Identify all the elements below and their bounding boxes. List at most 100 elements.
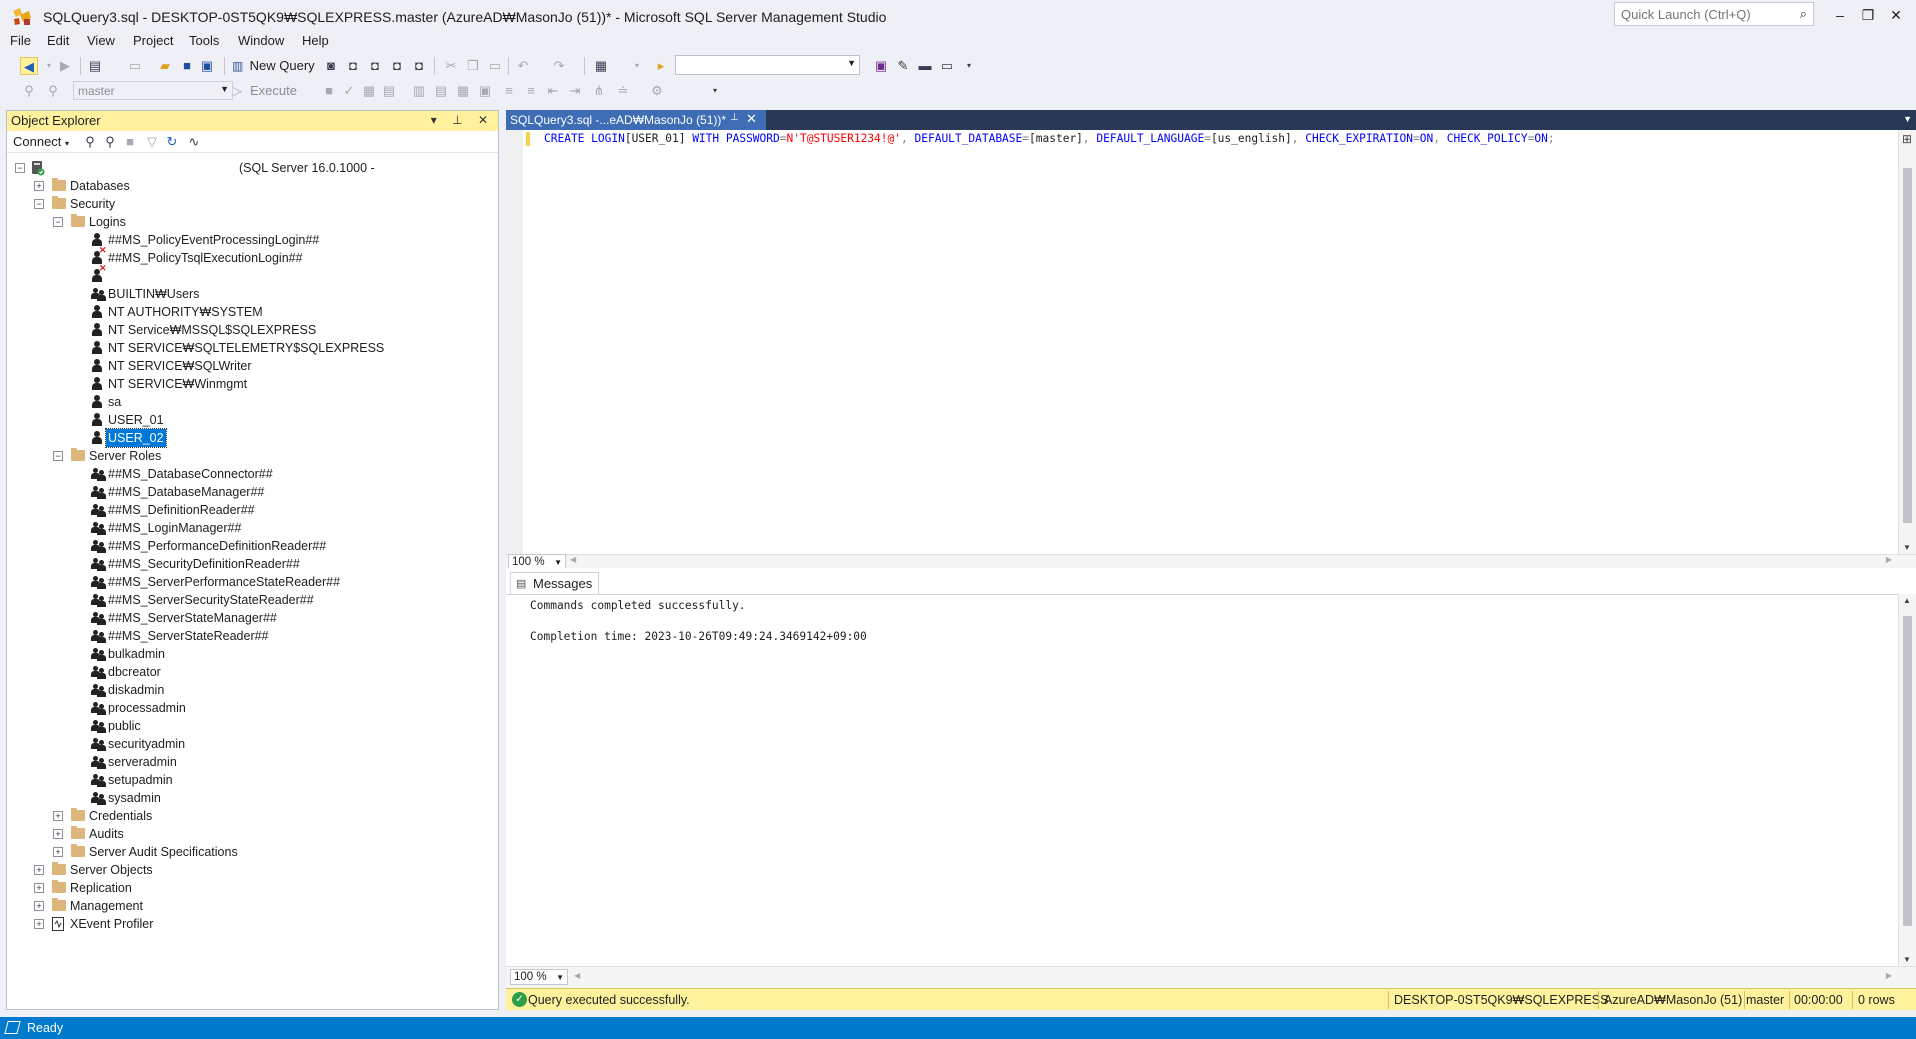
activity-monitor-icon[interactable]: ∿: [185, 133, 203, 151]
menu-edit[interactable]: Edit: [47, 33, 69, 48]
activity-monitor-icon[interactable]: ▦: [592, 57, 610, 75]
properties-wrench-icon[interactable]: ✎: [894, 57, 912, 75]
connect-icon[interactable]: ⚲: [20, 82, 38, 100]
collapse-icon[interactable]: −: [34, 199, 44, 209]
menu-help[interactable]: Help: [302, 33, 329, 48]
results-text-icon[interactable]: ▤: [432, 82, 450, 100]
expand-icon[interactable]: +: [34, 883, 44, 893]
collapse-icon[interactable]: −: [53, 217, 63, 227]
redo-icon[interactable]: ↷: [550, 57, 568, 75]
scroll-thumb[interactable]: [1903, 168, 1912, 523]
results-vertical-scrollbar[interactable]: ▲ ▼: [1898, 594, 1916, 966]
filter-icon[interactable]: ▽: [143, 133, 161, 151]
scroll-down-icon[interactable]: ▼: [1903, 543, 1911, 552]
expand-icon[interactable]: +: [34, 919, 44, 929]
open-file-icon[interactable]: ▰: [156, 57, 174, 75]
query-options-icon[interactable]: ▤: [380, 82, 398, 100]
disconnect-icon[interactable]: ⚲: [44, 82, 62, 100]
increase-indent-icon[interactable]: ⇥: [566, 82, 584, 100]
split-icon[interactable]: ⊞: [1902, 132, 1912, 146]
save-icon[interactable]: ■: [178, 57, 196, 75]
tab-messages[interactable]: ▤ Messages: [510, 572, 600, 594]
code-line[interactable]: CREATE LOGIN[USER_01] WITH PASSWORD=N'T@…: [544, 132, 1555, 146]
dmx-query-icon[interactable]: ◘: [366, 57, 384, 75]
properties-icon[interactable]: ⚙: [648, 82, 666, 100]
copy-icon[interactable]: ❐: [464, 57, 482, 75]
tree-node-server[interactable]: − (SQL Server 16.0.1000 -: [7, 159, 498, 177]
undo-icon[interactable]: ↶: [514, 57, 532, 75]
toolbar-options-icon[interactable]: ▾: [960, 57, 978, 75]
save-all-icon[interactable]: ▣: [198, 57, 216, 75]
scroll-up-icon[interactable]: ▲: [1903, 596, 1911, 605]
database-engine-query-icon[interactable]: ◙: [322, 57, 340, 75]
chevron-down-icon[interactable]: ▼: [1903, 114, 1912, 124]
expand-icon[interactable]: +: [53, 829, 63, 839]
xmla-query-icon[interactable]: ◘: [388, 57, 406, 75]
expand-icon[interactable]: +: [34, 901, 44, 911]
toolbox-icon[interactable]: ▬: [916, 57, 934, 75]
connect-button[interactable]: Connect ▾: [13, 134, 69, 149]
add-item-icon[interactable]: ▭: [126, 57, 144, 75]
toolbar-options-icon[interactable]: ▾: [706, 82, 724, 100]
query-editor[interactable]: CREATE LOGIN[USER_01] WITH PASSWORD=N'T@…: [506, 130, 1916, 570]
window-icon[interactable]: ▭: [938, 57, 956, 75]
refresh-icon[interactable]: ↻: [163, 133, 181, 151]
quick-launch-input[interactable]: Quick Launch (Ctrl+Q) ⌕: [1614, 2, 1814, 26]
find-combo[interactable]: ▼: [675, 55, 860, 75]
specify-values-icon[interactable]: ⋔: [590, 82, 608, 100]
login-disabled-icon: ✕: [91, 251, 107, 273]
menu-tools[interactable]: Tools: [189, 33, 219, 48]
forward-icon[interactable]: ▶: [56, 57, 74, 75]
parse-icon[interactable]: ✓: [340, 82, 358, 100]
result-options-icon[interactable]: ≐: [614, 82, 632, 100]
available-databases-select[interactable]: master ▼: [73, 81, 233, 100]
intellisense-icon[interactable]: ▥: [410, 82, 428, 100]
panel-controls[interactable]: ▾ ⊥ ✕: [431, 113, 494, 127]
stop-icon[interactable]: ■: [121, 133, 139, 151]
scroll-down-icon[interactable]: ▼: [1903, 955, 1911, 964]
results-zoom-select[interactable]: 100 % ▼: [510, 969, 568, 985]
mdx-query-icon[interactable]: ◘: [344, 57, 362, 75]
execute-button[interactable]: Execute: [250, 83, 297, 98]
display-plan-icon[interactable]: ▦: [360, 82, 378, 100]
expand-icon[interactable]: +: [34, 181, 44, 191]
cut-icon[interactable]: ✂: [442, 57, 460, 75]
scroll-right-icon[interactable]: ▶: [1886, 555, 1892, 564]
server-role-icon: [91, 611, 107, 625]
results-file-icon[interactable]: ▣: [476, 82, 494, 100]
new-project-icon[interactable]: ▤: [86, 57, 104, 75]
paste-icon[interactable]: ▭: [486, 57, 504, 75]
menu-file[interactable]: File: [10, 33, 31, 48]
uncomment-icon[interactable]: ≡: [522, 82, 540, 100]
decrease-indent-icon[interactable]: ⇤: [544, 82, 562, 100]
results-grid-icon[interactable]: ▦: [454, 82, 472, 100]
scroll-right-icon[interactable]: ▶: [1886, 971, 1892, 980]
disconnect-plug-icon[interactable]: ⚲: [101, 133, 119, 151]
solution-explorer-icon[interactable]: ▣: [872, 57, 890, 75]
scroll-thumb[interactable]: [1903, 616, 1912, 926]
scroll-left-icon[interactable]: ◀: [574, 971, 580, 980]
expand-icon[interactable]: +: [53, 811, 63, 821]
collapse-icon[interactable]: −: [53, 451, 63, 461]
menu-view[interactable]: View: [87, 33, 115, 48]
messages-area[interactable]: Commands completed successfully. Complet…: [506, 594, 1916, 966]
close-icon[interactable]: ✕: [746, 111, 757, 127]
close-button[interactable]: ✕: [1876, 4, 1916, 26]
back-icon[interactable]: ◀: [20, 57, 38, 75]
expand-icon[interactable]: +: [34, 865, 44, 875]
expand-icon[interactable]: +: [53, 847, 63, 857]
collapse-icon[interactable]: −: [15, 163, 25, 173]
new-query-button[interactable]: ▥ New Query: [232, 58, 315, 78]
pin-icon[interactable]: ⊥: [730, 112, 739, 123]
menu-window[interactable]: Window: [238, 33, 284, 48]
connect-plug-icon[interactable]: ⚲: [81, 133, 99, 151]
editor-vertical-scrollbar[interactable]: ⊞ ▼: [1898, 130, 1916, 554]
tab-sqlquery3[interactable]: SQLQuery3.sql -...eAD₩MasonJo (51))* ⊥ ✕: [506, 110, 766, 130]
find-icon[interactable]: ▸: [652, 57, 670, 75]
comment-icon[interactable]: ≡: [500, 82, 518, 100]
chevron-down-icon[interactable]: ▾: [628, 57, 646, 75]
scroll-left-icon[interactable]: ◀: [570, 555, 576, 564]
stop-icon[interactable]: ■: [320, 82, 338, 100]
das-query-icon[interactable]: ◘: [410, 57, 428, 75]
menu-project[interactable]: Project: [133, 33, 173, 48]
